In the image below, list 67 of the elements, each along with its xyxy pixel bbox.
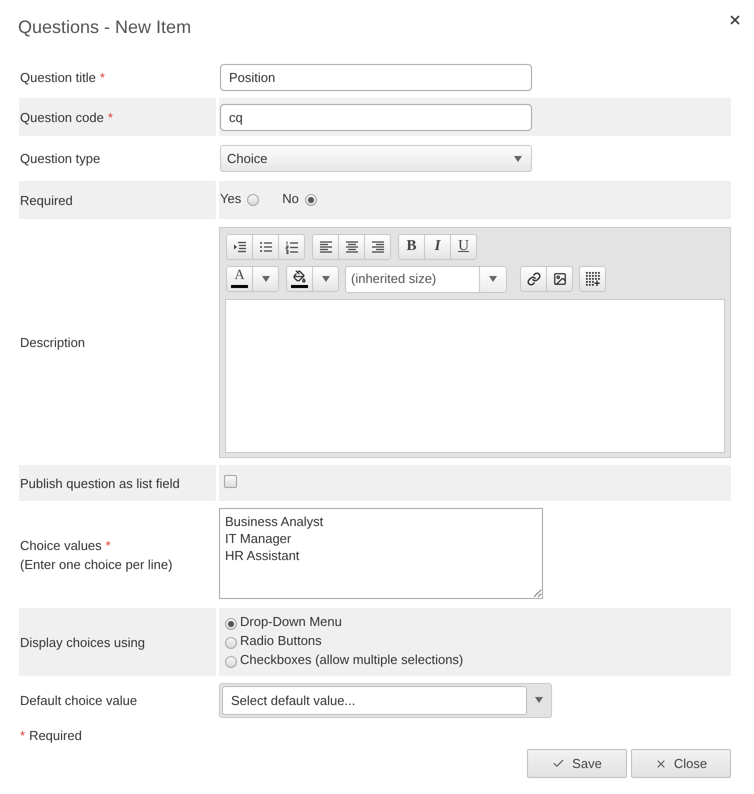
field-label: Choice values *: [20, 536, 112, 554]
text-input[interactable]: cq: [220, 104, 532, 130]
caret-icon: [535, 697, 543, 703]
field-label: Description: [20, 334, 86, 352]
field-label: Publish question as list field: [20, 474, 181, 492]
field-hint: (Enter one choice per line): [20, 556, 174, 574]
image-button[interactable]: [546, 266, 573, 292]
field-label: Question code *: [20, 108, 114, 126]
numbered-list-icon: [284, 240, 298, 254]
indent-button[interactable]: [226, 234, 253, 260]
text-input[interactable]: Position: [220, 64, 532, 90]
x-icon: [654, 758, 667, 770]
image-icon: [552, 272, 566, 286]
align-left-icon: [318, 240, 332, 254]
radio-button[interactable]: [247, 194, 260, 206]
caret-icon: [514, 156, 522, 162]
align-left-button[interactable]: [312, 234, 339, 260]
radio-label: Drop-Down Menu: [240, 613, 342, 632]
underline-button[interactable]: U: [450, 234, 477, 260]
radio-label: No: [282, 190, 299, 208]
dropdown-select[interactable]: Choice: [220, 145, 532, 172]
close-button[interactable]: [728, 13, 742, 27]
align-right-icon: [370, 240, 384, 254]
choice-values-textarea[interactable]: Business Analyst IT Manager HR Assistant: [219, 508, 543, 598]
table-grid-icon: [586, 272, 600, 286]
align-center-icon: [344, 240, 358, 254]
close-button[interactable]: Close: [631, 749, 731, 778]
default-value-select[interactable]: Select default value...: [219, 682, 552, 718]
radio-button[interactable]: [225, 636, 237, 648]
radio-button[interactable]: [304, 194, 317, 206]
color-swatch-icon: [291, 284, 308, 288]
paint-bucket-icon: [293, 270, 306, 282]
font-color-dropdown[interactable]: [252, 266, 279, 292]
numbered-list-button[interactable]: [278, 234, 305, 260]
align-center-button[interactable]: [338, 234, 365, 260]
field-label: Required: [20, 192, 74, 210]
caret-icon: [322, 276, 330, 282]
font-size-select[interactable]: (inherited size): [345, 266, 507, 292]
field-label: Default choice value: [20, 692, 138, 710]
radio-label: Yes: [220, 190, 242, 208]
radio-button[interactable]: [225, 656, 237, 668]
indent-icon: [232, 240, 246, 254]
table-button[interactable]: [579, 266, 606, 292]
checkbox[interactable]: [224, 474, 237, 488]
field-label: Question title *: [20, 68, 106, 86]
radio-label: Checkboxes (allow multiple selections): [240, 651, 464, 670]
align-right-button[interactable]: [364, 234, 391, 260]
save-button[interactable]: Save: [527, 749, 627, 778]
radio-button[interactable]: [225, 618, 237, 630]
highlight-color-dropdown[interactable]: [312, 266, 339, 292]
font-color-button[interactable]: A: [226, 266, 253, 292]
link-icon: [526, 272, 540, 286]
dialog-title: Questions - New Item: [18, 16, 192, 39]
bullet-list-button[interactable]: [252, 234, 279, 260]
caret-icon: [262, 276, 270, 282]
caret-icon: [489, 276, 497, 282]
close-icon: [728, 13, 742, 27]
field-label: Question type: [20, 150, 102, 168]
bullet-list-icon: [258, 240, 272, 254]
bold-button[interactable]: B: [398, 234, 425, 260]
italic-button[interactable]: I: [424, 234, 451, 260]
required-note: * Required: [20, 728, 82, 744]
highlight-color-button[interactable]: [286, 266, 313, 292]
link-button[interactable]: [520, 266, 547, 292]
field-label: Display choices using: [20, 634, 146, 652]
radio-label: Radio Buttons: [240, 632, 322, 650]
color-swatch-icon: [231, 285, 248, 288]
